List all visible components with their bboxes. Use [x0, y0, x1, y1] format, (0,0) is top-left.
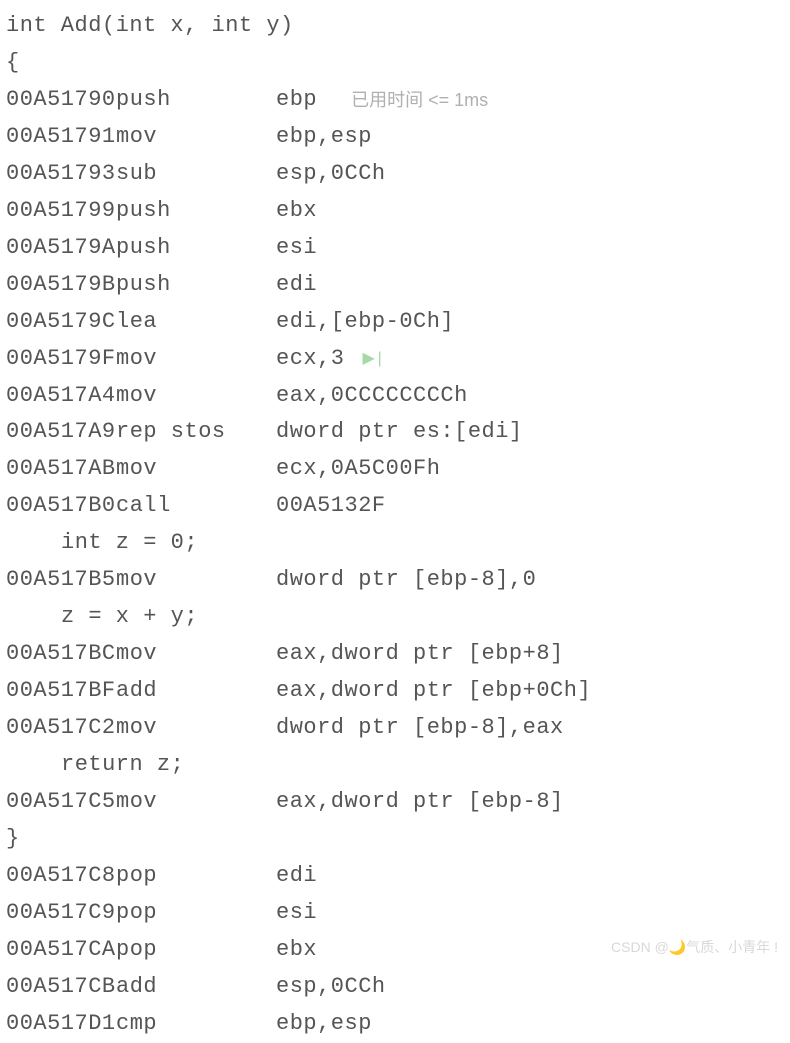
asm-address: 00A517B0	[6, 488, 116, 525]
asm-mnemonic: cmp	[116, 1006, 276, 1043]
asm-line: 00A51799pushebx	[6, 193, 790, 230]
asm-operand: ebx	[276, 193, 317, 230]
asm-line: 00A517C8popedi	[6, 858, 790, 895]
step-marker-icon: ▶|	[363, 346, 385, 373]
asm-address: 00A517B5	[6, 562, 116, 599]
asm-mnemonic: add	[116, 673, 276, 710]
asm-line: 00A5179Cleaedi,[ebp-0Ch]	[6, 304, 790, 341]
asm-address: 00A51793	[6, 156, 116, 193]
timing-annotation: 已用时间 <= 1ms	[351, 85, 488, 115]
asm-address: 00A51799	[6, 193, 116, 230]
asm-mnemonic: mov	[116, 341, 276, 378]
asm-mnemonic: mov	[116, 451, 276, 488]
source-line-signature: int Add(int x, int y)	[6, 8, 790, 45]
asm-line: 00A517BFaddeax,dword ptr [ebp+0Ch]	[6, 673, 790, 710]
source-line-open-brace: {	[6, 45, 790, 82]
asm-address: 00A517C8	[6, 858, 116, 895]
asm-address: 00A517D1	[6, 1006, 116, 1043]
asm-operand: dword ptr es:[edi]	[276, 414, 523, 451]
asm-mnemonic: call	[116, 488, 276, 525]
asm-operand: eax,dword ptr [ebp-8]	[276, 784, 564, 821]
asm-line: 00A517A9rep stosdword ptr es:[edi]	[6, 414, 790, 451]
asm-mnemonic: mov	[116, 119, 276, 156]
asm-operand: edi	[276, 267, 317, 304]
asm-line: 00A5179Fmovecx,3 ▶|	[6, 341, 790, 378]
asm-address: 00A5179B	[6, 267, 116, 304]
asm-mnemonic: rep stos	[116, 414, 276, 451]
asm-line: 00A517B0call00A5132F	[6, 488, 790, 525]
asm-line: 00A517B5movdword ptr [ebp-8],0	[6, 562, 790, 599]
asm-operand: ebp,esp	[276, 1006, 372, 1043]
source-line-assign: z = x + y;	[6, 599, 790, 636]
asm-operand: esp,0CCh	[276, 969, 386, 1006]
asm-mnemonic: push	[116, 267, 276, 304]
asm-line: 00A517A4moveax,0CCCCCCCCh	[6, 378, 790, 415]
asm-operand: esp,0CCh	[276, 156, 386, 193]
asm-address: 00A5179F	[6, 341, 116, 378]
asm-address: 00A51791	[6, 119, 116, 156]
asm-address: 00A5179A	[6, 230, 116, 267]
source-line-declare: int z = 0;	[6, 525, 790, 562]
asm-address: 00A517C9	[6, 895, 116, 932]
asm-operand: ecx,0A5C00Fh	[276, 451, 440, 488]
asm-operand: dword ptr [ebp-8],0	[276, 562, 536, 599]
asm-mnemonic: mov	[116, 636, 276, 673]
asm-address: 00A51790	[6, 82, 116, 119]
asm-operand: eax,dword ptr [ebp+0Ch]	[276, 673, 591, 710]
asm-mnemonic: pop	[116, 932, 276, 969]
asm-operand: edi	[276, 858, 317, 895]
asm-address: 00A517CA	[6, 932, 116, 969]
asm-operand: 00A5132F	[276, 488, 386, 525]
asm-mnemonic: mov	[116, 710, 276, 747]
asm-operand: dword ptr [ebp-8],eax	[276, 710, 564, 747]
asm-mnemonic: mov	[116, 378, 276, 415]
source-line-return: return z;	[6, 747, 790, 784]
asm-line: 00A517C2movdword ptr [ebp-8],eax	[6, 710, 790, 747]
source-line-close-brace: }	[6, 821, 790, 858]
asm-operand: eax,dword ptr [ebp+8]	[276, 636, 564, 673]
asm-mnemonic: add	[116, 969, 276, 1006]
asm-address: 00A5179C	[6, 304, 116, 341]
asm-operand: ebp,esp	[276, 119, 372, 156]
asm-line: 00A51791movebp,esp	[6, 119, 790, 156]
asm-address: 00A517AB	[6, 451, 116, 488]
asm-line: 00A517C9popesi	[6, 895, 790, 932]
asm-mnemonic: push	[116, 193, 276, 230]
asm-operand: esi	[276, 895, 317, 932]
asm-address: 00A517BF	[6, 673, 116, 710]
asm-operand: edi,[ebp-0Ch]	[276, 304, 454, 341]
asm-mnemonic: mov	[116, 784, 276, 821]
asm-operand: ecx,3	[276, 341, 345, 378]
asm-line: 00A517CBaddesp,0CCh	[6, 969, 790, 1006]
asm-line: 00A517D1cmpebp,esp	[6, 1006, 790, 1043]
asm-operand: ebp	[276, 82, 317, 119]
watermark-text: CSDN @🌙气质、小青年 !	[611, 936, 778, 960]
asm-mnemonic: pop	[116, 858, 276, 895]
asm-line: 00A517BCmoveax,dword ptr [ebp+8]	[6, 636, 790, 673]
asm-mnemonic: sub	[116, 156, 276, 193]
asm-line: 00A51790pushebp 已用时间 <= 1ms	[6, 82, 790, 119]
asm-operand: eax,0CCCCCCCCh	[276, 378, 468, 415]
asm-address: 00A517BC	[6, 636, 116, 673]
asm-line: 00A517ABmovecx,0A5C00Fh	[6, 451, 790, 488]
asm-mnemonic: push	[116, 230, 276, 267]
asm-address: 00A517CB	[6, 969, 116, 1006]
asm-address: 00A517C5	[6, 784, 116, 821]
asm-line: 00A5179Apushesi	[6, 230, 790, 267]
asm-operand: esi	[276, 230, 317, 267]
asm-mnemonic: lea	[116, 304, 276, 341]
asm-line: 00A51793subesp,0CCh	[6, 156, 790, 193]
asm-line: 00A517C5moveax,dword ptr [ebp-8]	[6, 784, 790, 821]
asm-mnemonic: pop	[116, 895, 276, 932]
asm-mnemonic: push	[116, 82, 276, 119]
asm-line: 00A5179Bpushedi	[6, 267, 790, 304]
asm-address: 00A517C2	[6, 710, 116, 747]
asm-address: 00A517A9	[6, 414, 116, 451]
asm-address: 00A517A4	[6, 378, 116, 415]
asm-mnemonic: mov	[116, 562, 276, 599]
asm-operand: ebx	[276, 932, 317, 969]
